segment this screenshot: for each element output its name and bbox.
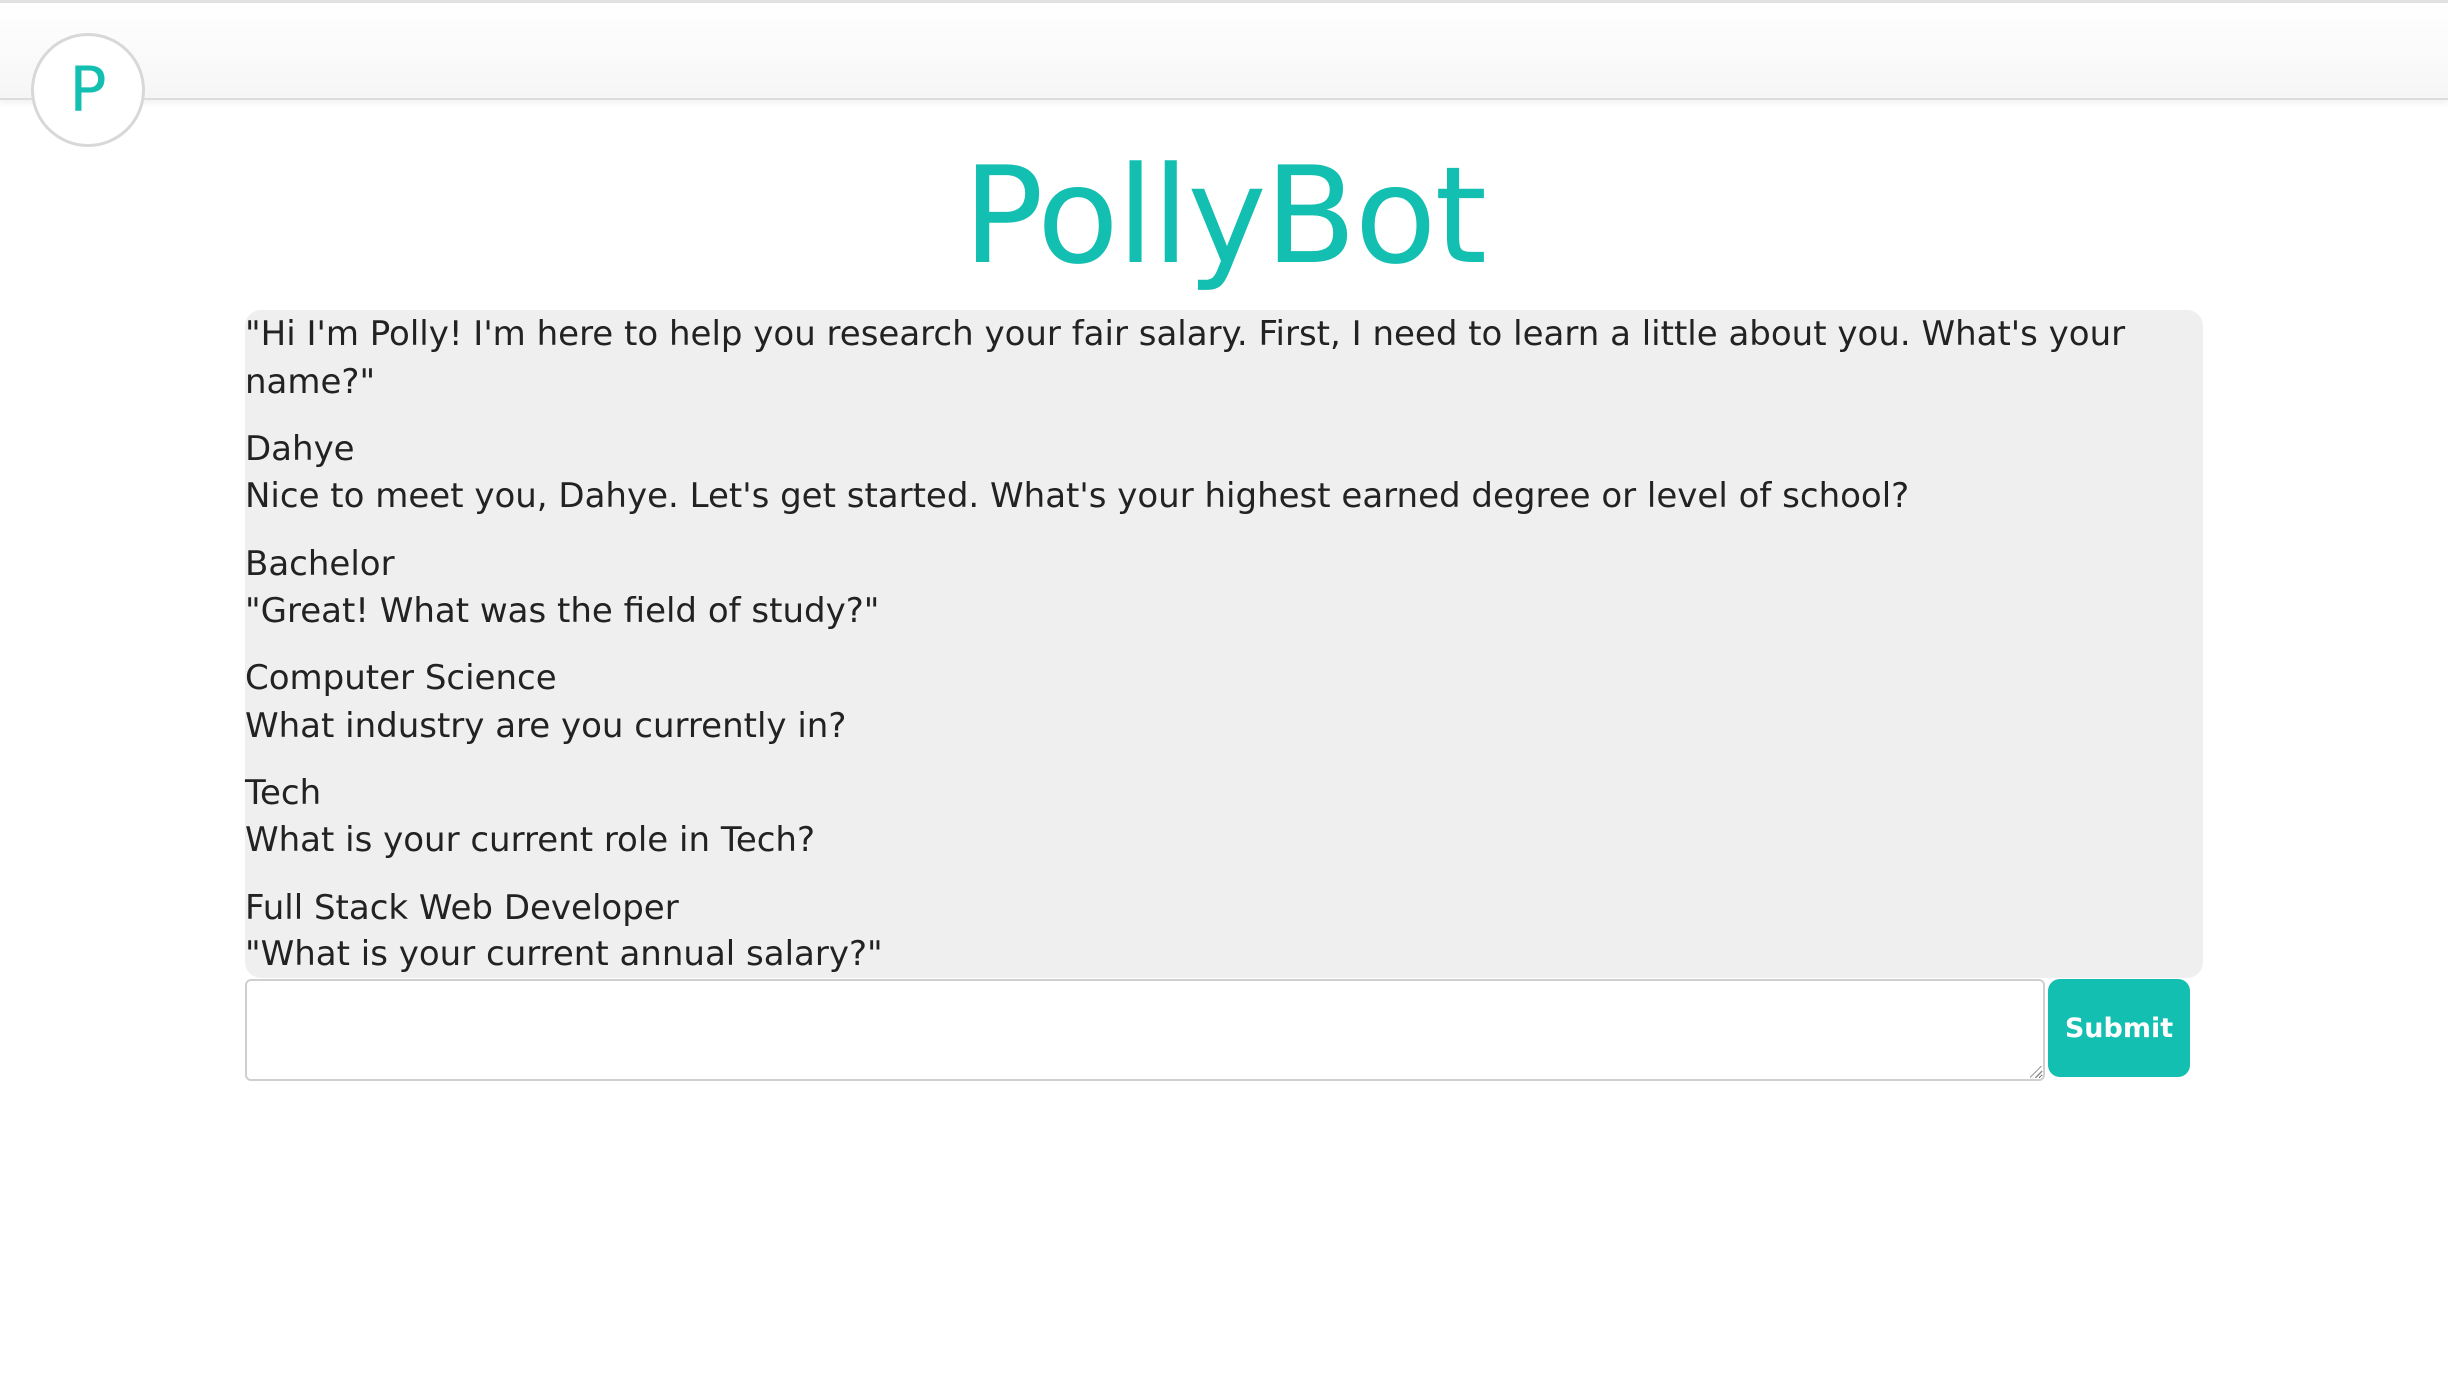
bot-message: "Hi I'm Polly! I'm here to help you rese… — [245, 314, 2136, 402]
bot-message: Nice to meet you, Dahye. Let's get start… — [245, 476, 1910, 516]
user-message: Tech — [245, 773, 322, 813]
bot-message: "Great! What was the field of study?" — [245, 591, 880, 631]
submit-button[interactable]: Submit — [2048, 979, 2190, 1077]
user-message: Computer Science — [245, 658, 557, 698]
chat-transcript[interactable]: "Hi I'm Polly! I'm here to help you rese… — [245, 310, 2203, 978]
bot-message: What industry are you currently in? — [245, 706, 847, 746]
user-message: Full Stack Web Developer — [245, 888, 679, 928]
bot-message: "What is your current annual salary?" — [245, 934, 883, 974]
message-input[interactable] — [245, 979, 2045, 1081]
user-message: Dahye — [245, 429, 355, 469]
resize-handle-icon[interactable] — [2030, 1066, 2042, 1078]
user-message: Bachelor — [245, 544, 395, 584]
pollybot-logo-icon[interactable]: P — [31, 33, 145, 147]
page-title: PollyBot — [962, 138, 1487, 294]
bot-message: What is your current role in Tech? — [245, 820, 816, 860]
top-navbar — [0, 0, 2448, 100]
